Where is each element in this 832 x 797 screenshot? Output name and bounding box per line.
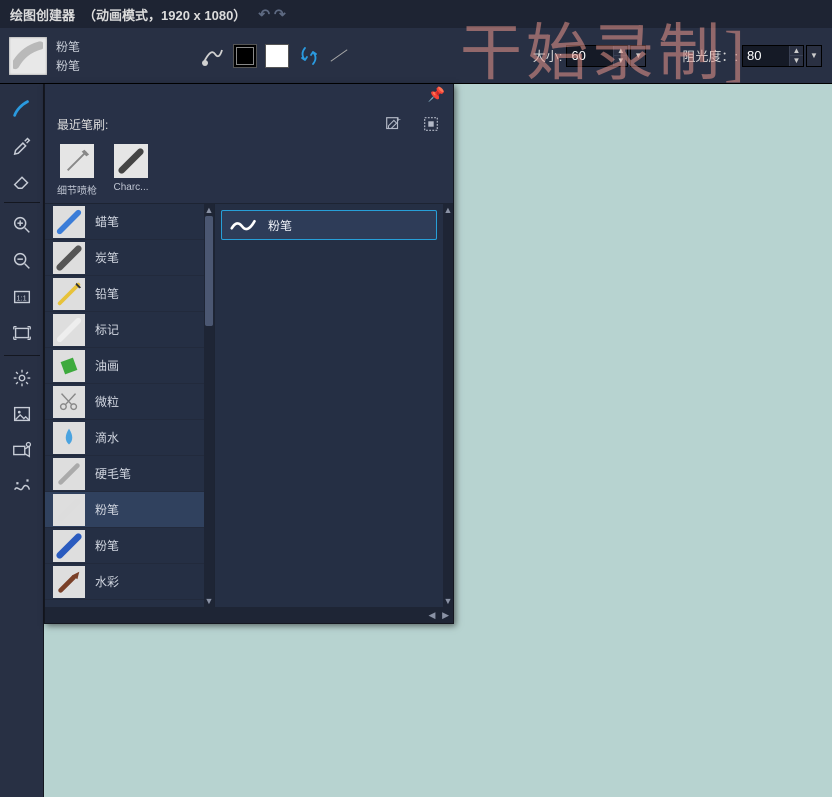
freehand-icon[interactable] <box>201 44 225 68</box>
zoom-in-tool-icon[interactable] <box>0 207 44 243</box>
category-item[interactable]: 粉笔 <box>45 528 204 564</box>
category-label: 蜡笔 <box>95 213 119 230</box>
actual-size-tool-icon[interactable]: 1:1 <box>0 279 44 315</box>
pin-icon[interactable]: 📌 <box>428 86 445 103</box>
category-thumb <box>53 350 85 382</box>
app-title: 绘图创建器 <box>10 5 75 24</box>
effects-tool-icon[interactable] <box>0 468 44 504</box>
category-thumb <box>53 386 85 418</box>
edit-brush-icon[interactable]: + <box>383 114 403 134</box>
category-item[interactable]: 硬毛笔 <box>45 456 204 492</box>
nav-arrows: ↶ ↷ <box>258 6 285 23</box>
brush-preview[interactable] <box>9 37 47 75</box>
camera-tool-icon[interactable] <box>0 432 44 468</box>
stroke-swatch[interactable]: ⊘ <box>233 44 257 68</box>
mode-label: （动画模式，1920 x 1080） <box>83 5 246 24</box>
category-label: 铅笔 <box>95 285 119 302</box>
category-label: 粉笔 <box>95 501 119 518</box>
eraser-tool-icon[interactable] <box>0 162 44 198</box>
preset-name: 粉笔 <box>268 217 292 234</box>
undo-arrow-icon[interactable]: ↶ <box>258 6 270 23</box>
redo-arrow-icon[interactable]: ↷ <box>274 6 286 23</box>
svg-text:+: + <box>397 115 401 123</box>
image-tool-icon[interactable] <box>0 396 44 432</box>
tool-rail: 1:1 <box>0 84 44 797</box>
preset-scrollbar[interactable]: ▲ ▼ <box>443 204 453 607</box>
category-label: 水彩 <box>95 573 119 590</box>
category-item[interactable]: 微粒 <box>45 384 204 420</box>
svg-text:1:1: 1:1 <box>16 294 26 303</box>
line-icon[interactable] <box>329 46 349 66</box>
category-label: 滴水 <box>95 429 119 446</box>
category-scrollbar[interactable]: ▲ ▼ <box>204 204 214 607</box>
recent-brush-item[interactable]: Charc... <box>111 144 151 197</box>
stroke-fill-group: ⊘ <box>201 44 349 68</box>
category-thumb <box>53 278 85 310</box>
category-label: 微粒 <box>95 393 119 410</box>
recent-brush-item[interactable]: 细节喷枪 <box>57 144 97 197</box>
fill-swatch[interactable] <box>265 44 289 68</box>
category-thumb <box>53 566 85 598</box>
category-thumb <box>53 494 85 526</box>
brush-name-1: 粉笔 <box>56 38 201 55</box>
recent-section: 最近笔刷: + 细节喷枪 <box>45 104 453 203</box>
category-thumb <box>53 242 85 274</box>
opacity-input-box: ▲▼ <box>742 45 804 67</box>
fit-screen-tool-icon[interactable] <box>0 315 44 351</box>
category-thumb <box>53 314 85 346</box>
swap-colors-icon[interactable] <box>297 44 321 68</box>
category-label: 硬毛笔 <box>95 465 131 482</box>
category-item[interactable]: 炭笔 <box>45 240 204 276</box>
panel-header: 📌 <box>45 84 453 104</box>
opacity-menu-icon[interactable]: ▼ <box>806 45 822 67</box>
category-item[interactable]: 水彩 <box>45 564 204 600</box>
category-thumb <box>53 206 85 238</box>
category-thumb <box>53 422 85 454</box>
recent-label: 最近笔刷: <box>57 116 108 133</box>
category-label: 标记 <box>95 321 119 338</box>
presets-area: 粉笔 ▲ ▼ <box>215 204 453 607</box>
category-thumb <box>53 458 85 490</box>
category-item[interactable]: 油画 <box>45 348 204 384</box>
category-thumb <box>53 530 85 562</box>
category-item[interactable]: 粉笔 <box>45 492 204 528</box>
brush-name-2: 粉笔 <box>56 57 201 74</box>
brush-preset[interactable]: 粉笔 <box>221 210 437 240</box>
category-label: 油画 <box>95 357 119 374</box>
recent-brush-name: 细节喷枪 <box>57 182 97 197</box>
category-label: 粉笔 <box>95 537 119 554</box>
category-item[interactable]: 铅笔 <box>45 276 204 312</box>
settings-tool-icon[interactable] <box>0 360 44 396</box>
opacity-stepper[interactable]: ▲▼ <box>789 46 803 66</box>
recent-brush-name: Charc... <box>113 182 148 193</box>
opacity-input[interactable] <box>743 46 789 65</box>
category-item[interactable]: 蜡笔 <box>45 204 204 240</box>
zoom-out-tool-icon[interactable] <box>0 243 44 279</box>
category-item[interactable]: 滴水 <box>45 420 204 456</box>
brush-name-block: 粉笔 粉笔 <box>56 38 201 74</box>
eyedropper-tool-icon[interactable] <box>0 126 44 162</box>
category-list: 蜡笔炭笔铅笔标记油画微粒滴水硬毛笔粉笔粉笔水彩 ▲ ▼ <box>45 204 215 607</box>
category-item[interactable]: 标记 <box>45 312 204 348</box>
brush-tool-icon[interactable] <box>0 90 44 126</box>
brush-options-icon[interactable] <box>421 114 441 134</box>
brush-panel: 📌 最近笔刷: + 细节喷枪 <box>44 84 454 624</box>
category-label: 炭笔 <box>95 249 119 266</box>
panel-footer-scroll[interactable]: ◀ ▶ <box>45 607 453 623</box>
watermark-text: 干始录制] <box>460 2 749 92</box>
